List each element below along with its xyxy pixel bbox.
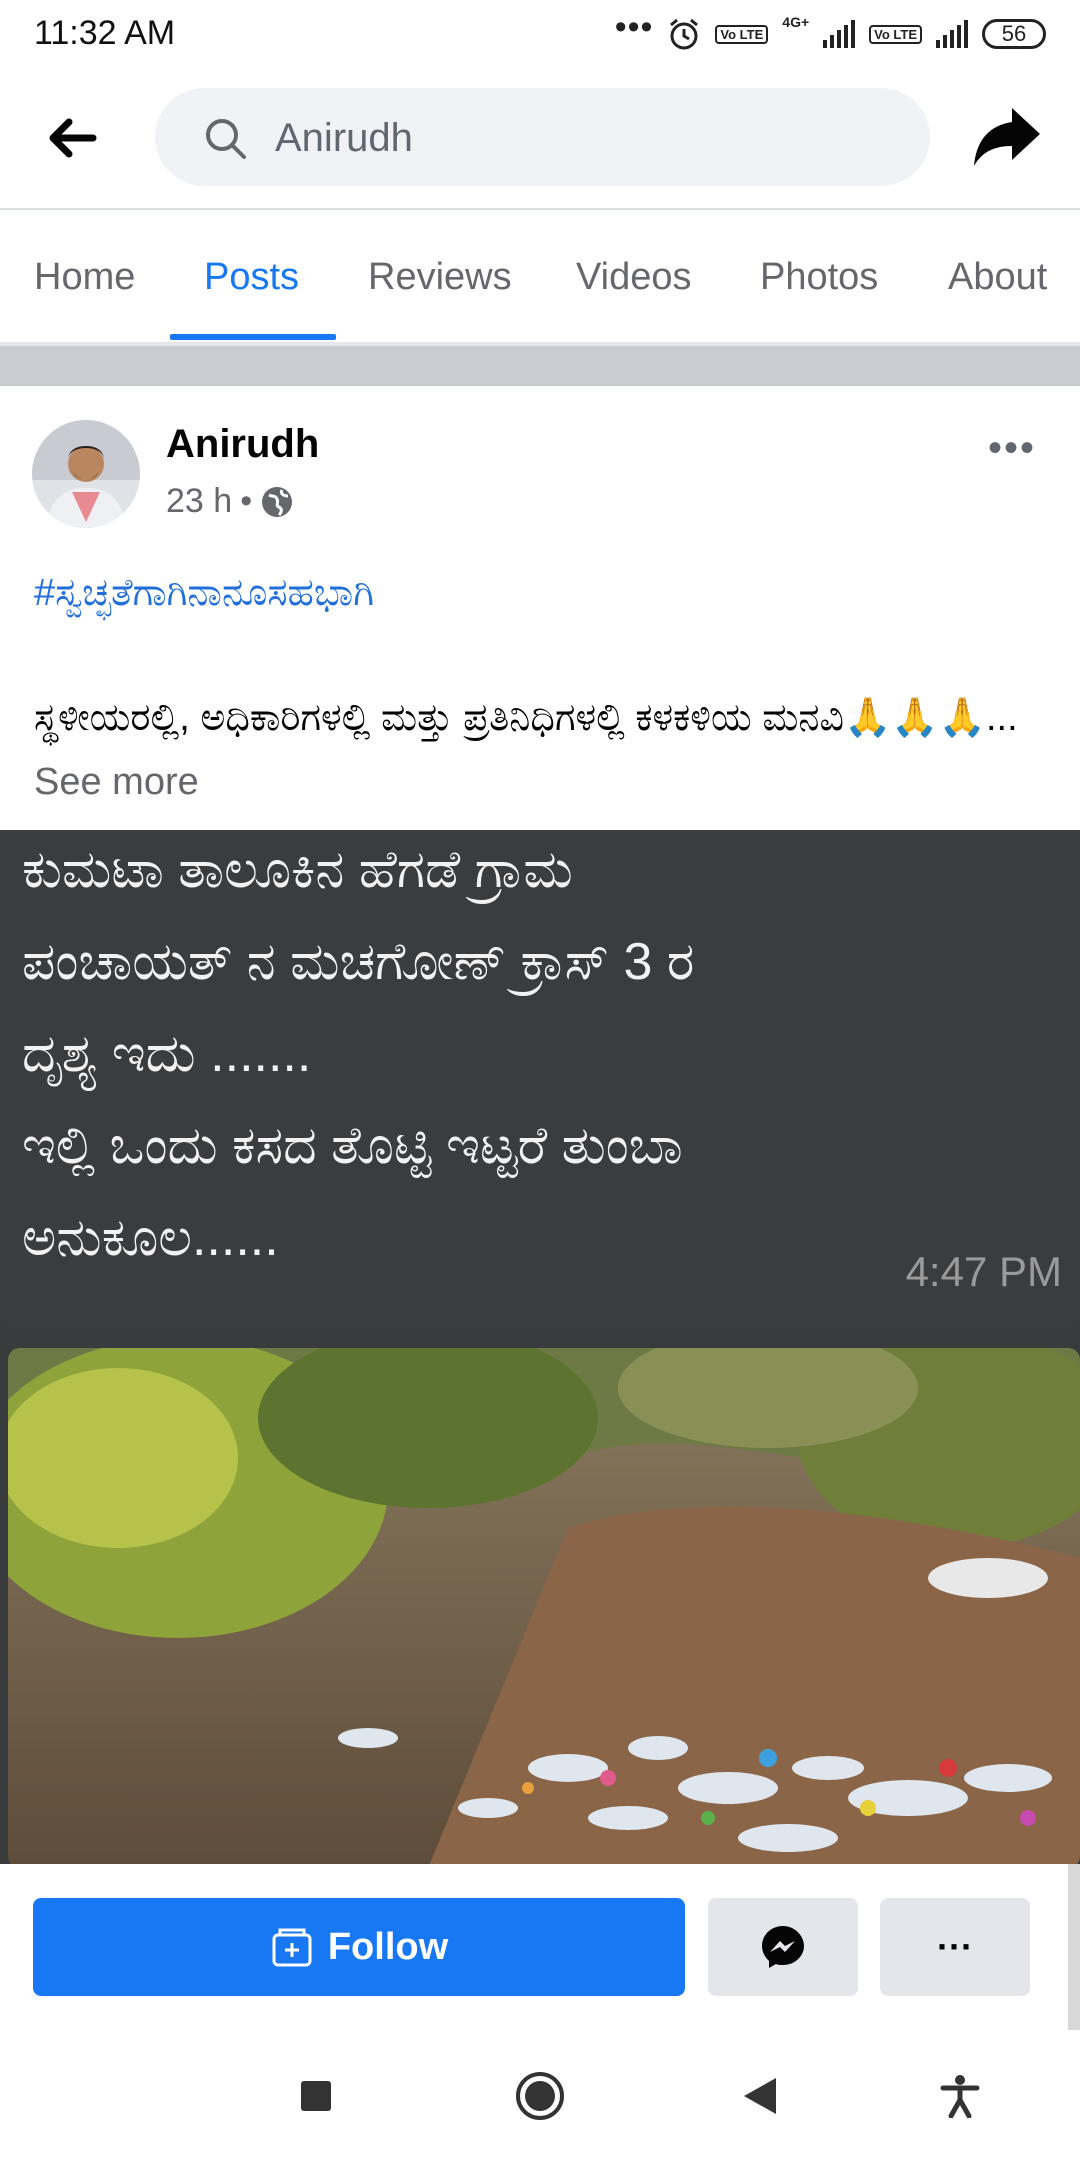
meta-separator: • xyxy=(240,482,253,520)
share-button[interactable] xyxy=(972,104,1044,170)
follow-page-icon xyxy=(272,1928,312,1967)
search-value: Anirudh xyxy=(275,116,413,160)
battery-icon: 56 xyxy=(982,19,1046,49)
share-icon xyxy=(974,108,1040,166)
volte-badge: Vo LTE xyxy=(715,24,769,44)
image-chat-text: ಕುಮಟಾ ತಾಲೂಕಿನ ಹೆಗಡೆ ಗ್ರಾಮ ಪಂಚಾಯತ್ ನ ಮಚಗೋ… xyxy=(22,841,695,1267)
action-bar: Follow ··· xyxy=(0,1864,1080,2030)
section-separator xyxy=(0,342,1080,386)
post-meta: 23 h • xyxy=(166,482,294,521)
post-author[interactable]: Anirudh xyxy=(166,422,319,467)
top-bar: Anirudh xyxy=(0,70,1080,206)
post-hashtag[interactable]: #ಸ್ವಚ್ಛತೆಗಾಗಿನಾನೂಸಹಭಾಗಿ xyxy=(34,572,374,615)
volte-badge-2: Vo LTE xyxy=(869,24,922,44)
system-nav-bar xyxy=(0,2030,1080,2160)
post-image[interactable]: ಕುಮಟಾ ತಾಲೂಕಿನ ಹೆಗಡೆ ಗ್ರಾಮ ಪಂಚಾಯತ್ ನ ಮಚಗೋ… xyxy=(0,830,1080,1864)
network-type: 4G+ xyxy=(782,14,810,30)
tab-posts[interactable]: Posts xyxy=(204,256,299,299)
image-chat-bubble: ಕುಮಟಾ ತಾಲೂಕಿನ ಹೆಗಡೆ ಗ್ರಾಮ ಪಂಚಾಯತ್ ನ ಮಚಗೋ… xyxy=(0,830,1080,1330)
avatar[interactable] xyxy=(32,420,140,528)
home-button[interactable] xyxy=(508,2064,572,2128)
active-tab-indicator xyxy=(170,334,336,340)
see-more-link[interactable]: See more xyxy=(34,761,199,803)
status-time: 11:32 AM xyxy=(34,14,176,52)
message-button[interactable] xyxy=(708,1898,858,1996)
signal-icon xyxy=(823,20,856,48)
more-icon[interactable]: ••• xyxy=(988,426,1036,471)
tab-videos[interactable]: Videos xyxy=(576,256,692,299)
tab-home[interactable]: Home xyxy=(34,256,135,299)
notification-dots-icon: ••• xyxy=(614,8,654,46)
alarm-icon xyxy=(670,18,699,50)
follow-button[interactable]: Follow xyxy=(33,1898,685,1996)
nav-square-icon xyxy=(301,2081,331,2111)
page-tabs: Home Posts Reviews Videos Photos About xyxy=(0,210,1080,342)
avatar-image xyxy=(32,420,140,528)
globe-icon xyxy=(262,486,293,517)
back-button[interactable] xyxy=(40,106,104,170)
status-icons: ••• Vo LTE 4G+ Vo LTE 56 xyxy=(615,10,1046,54)
nav-home-icon xyxy=(516,2072,564,2120)
follow-label: Follow xyxy=(327,1925,449,1968)
signal-icon-2 xyxy=(936,20,968,48)
accessibility-icon xyxy=(940,2075,980,2118)
recent-apps-button[interactable] xyxy=(284,2064,348,2128)
tab-photos[interactable]: Photos xyxy=(760,256,878,299)
tab-reviews[interactable]: Reviews xyxy=(368,256,512,299)
post-time[interactable]: 23 h xyxy=(166,482,232,521)
tab-about[interactable]: About xyxy=(948,256,1047,299)
search-icon xyxy=(206,119,246,159)
back-arrow-icon xyxy=(49,118,97,158)
back-nav-button[interactable] xyxy=(728,2064,792,2128)
post-text: ಸ್ಥಳೀಯರಲ್ಲಿ, ಅಧಿಕಾರಿಗಳಲ್ಲಿ ಮತ್ತು ಪ್ರತಿನಿ… xyxy=(34,686,1054,814)
post-text-content: ಸ್ಥಳೀಯರಲ್ಲಿ, ಅಧಿಕಾರಿಗಳಲ್ಲಿ ಮತ್ತು ಪ್ರತಿನಿ… xyxy=(34,697,1018,739)
image-chat-time: 4:47 PM xyxy=(905,1248,1062,1295)
more-actions-button[interactable]: ··· xyxy=(880,1898,1030,1996)
nav-back-icon xyxy=(744,2078,776,2114)
status-bar: 11:32 AM ••• Vo LTE 4G+ Vo LTE 56 xyxy=(0,0,1080,70)
accessibility-button[interactable] xyxy=(928,2064,992,2128)
scrollbar[interactable] xyxy=(1068,1864,1080,2030)
messenger-icon xyxy=(762,1926,804,1968)
search-input[interactable]: Anirudh xyxy=(155,88,930,186)
garbage-photo xyxy=(8,1348,1080,1864)
